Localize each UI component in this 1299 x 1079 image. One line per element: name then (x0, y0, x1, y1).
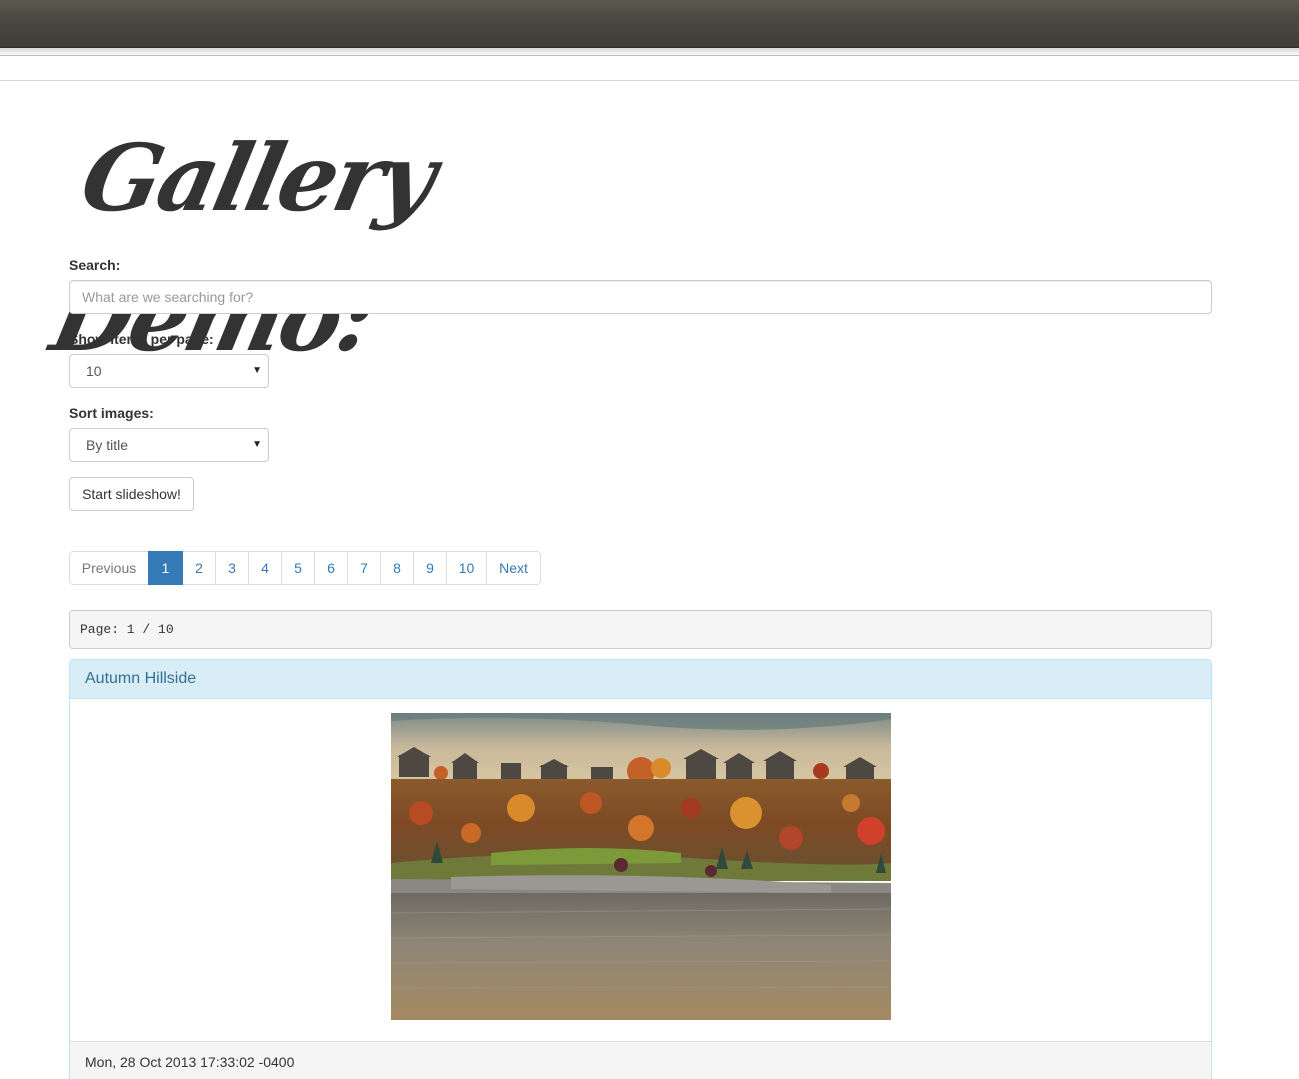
dropdown-caret-icon: ▼ (252, 439, 262, 450)
items-per-page-value: 10 (86, 363, 102, 379)
gallery-item-body (70, 699, 1211, 1041)
pagination-previous[interactable]: Previous (69, 551, 149, 585)
search-label: Search: (69, 257, 121, 273)
pagination-next[interactable]: Next (486, 551, 541, 585)
gallery-photo[interactable] (391, 713, 891, 1020)
pagination-page-9[interactable]: 9 (413, 551, 447, 585)
gallery-item-date: Mon, 28 Oct 2013 17:33:02 -0400 (70, 1041, 1211, 1079)
page-indicator: Page: 1 / 10 (69, 610, 1212, 649)
pagination-page-3[interactable]: 3 (215, 551, 249, 585)
sort-value: By title (86, 437, 129, 453)
pagination-page-2[interactable]: 2 (182, 551, 216, 585)
search-input[interactable] (69, 280, 1212, 314)
subbar-divider (0, 80, 1299, 81)
page-title: Gallery Demo: (42, 124, 443, 372)
dropdown-caret-icon: ▼ (252, 365, 262, 376)
gallery-item-panel: Autumn Hillside Mon, 28 Oct 2013 17:33:0… (69, 659, 1212, 1079)
pagination-page-10[interactable]: 10 (446, 551, 487, 585)
pagination-page-4[interactable]: 4 (248, 551, 282, 585)
pagination-page-6[interactable]: 6 (314, 551, 348, 585)
pagination-page-1[interactable]: 1 (148, 551, 183, 585)
pagination-page-7[interactable]: 7 (347, 551, 381, 585)
pagination-page-5[interactable]: 5 (281, 551, 315, 585)
sort-select[interactable]: By title ▼ (69, 428, 269, 462)
top-navbar (0, 0, 1299, 48)
navbar-divider (0, 55, 1299, 56)
pagination: Previous 1 2 3 4 5 6 7 8 9 10 Next (69, 551, 541, 585)
items-per-page-label: Show items per page: (69, 331, 214, 347)
items-per-page-select[interactable]: 10 ▼ (69, 354, 269, 388)
autumn-landscape-image (391, 713, 891, 1020)
sort-label: Sort images: (69, 405, 154, 421)
start-slideshow-button[interactable]: Start slideshow! (69, 477, 194, 511)
gallery-item-title: Autumn Hillside (70, 660, 1211, 699)
pagination-page-8[interactable]: 8 (380, 551, 414, 585)
